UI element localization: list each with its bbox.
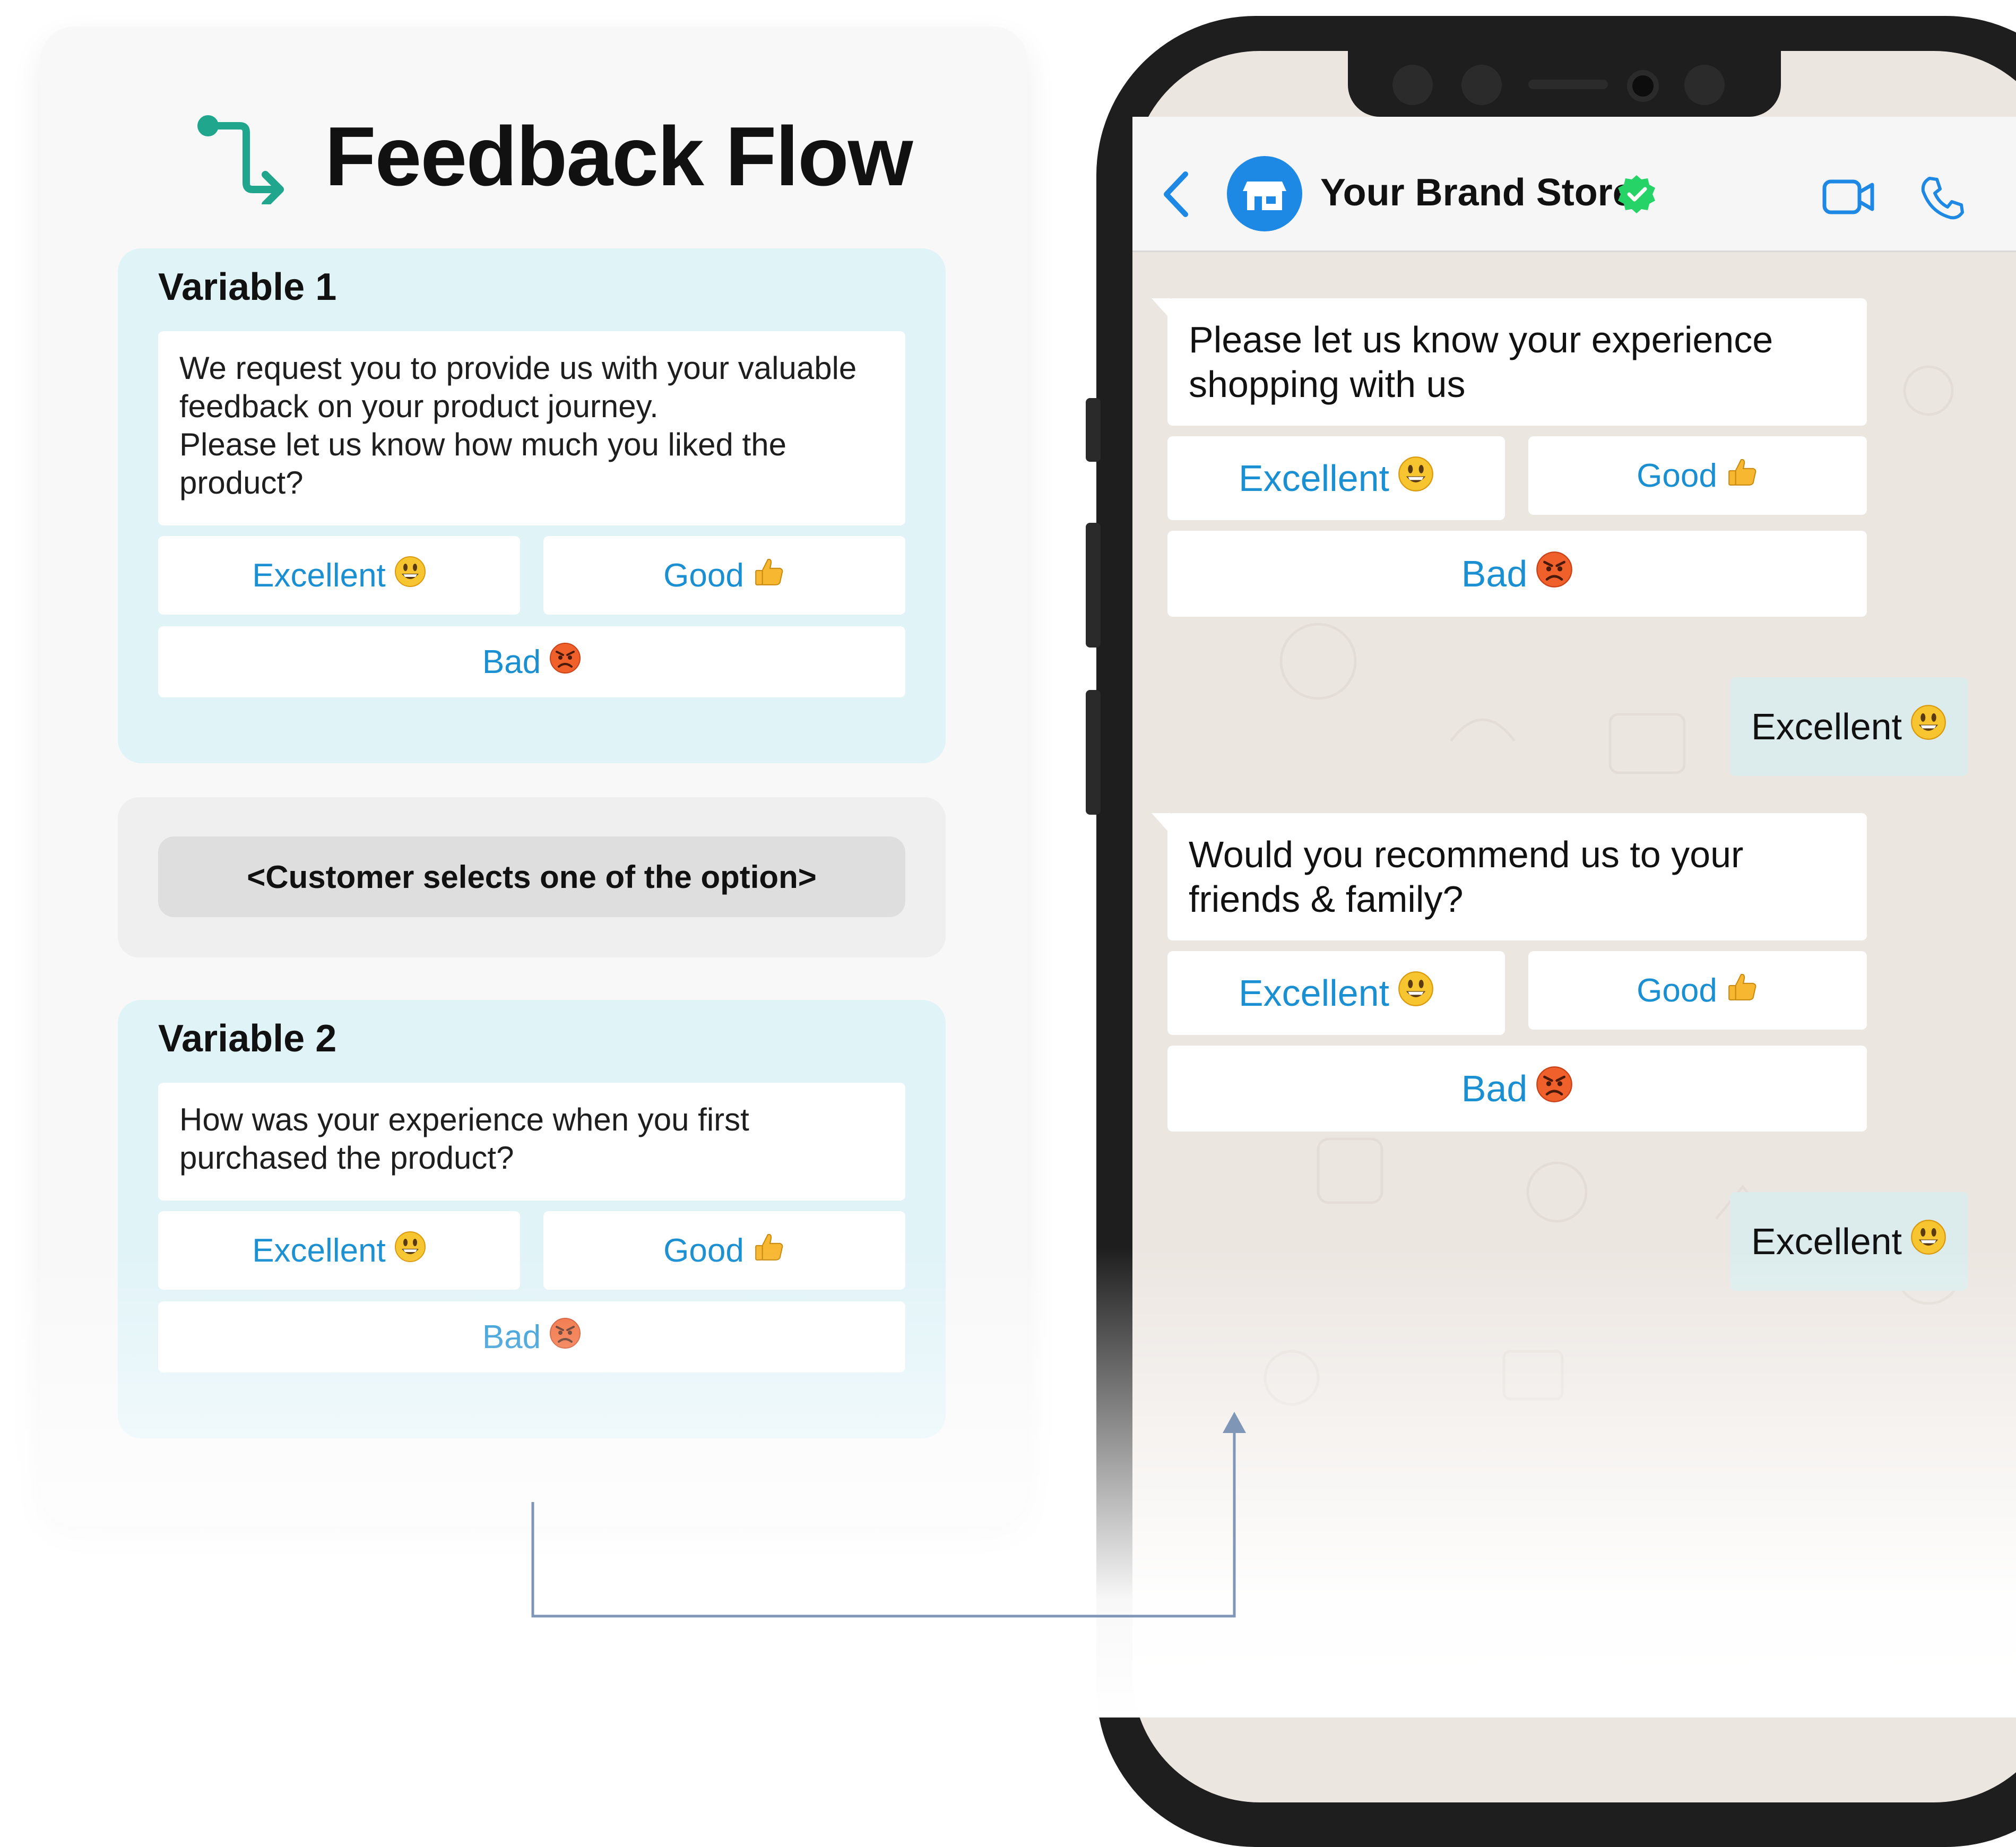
connector-arrowhead-icon	[1223, 1412, 1246, 1433]
flow-connector	[531, 1412, 1246, 1618]
